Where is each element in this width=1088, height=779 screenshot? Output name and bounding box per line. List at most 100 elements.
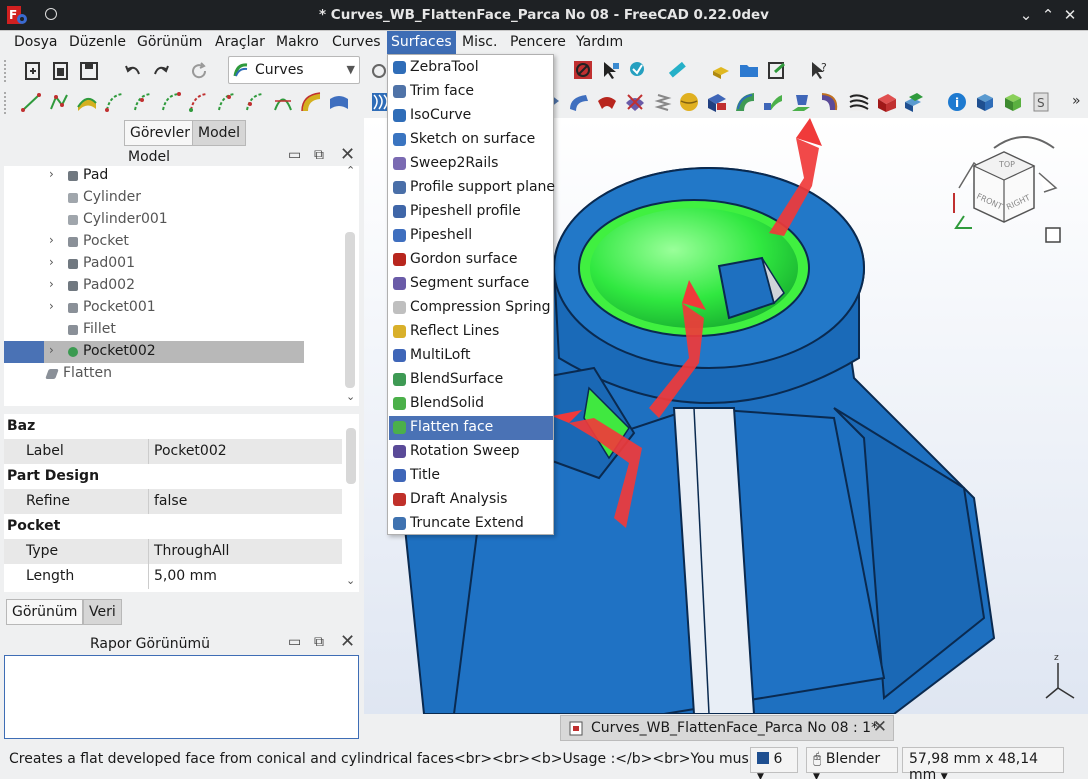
compression-spring-icon[interactable]	[652, 91, 674, 113]
curve-tool-3-icon[interactable]	[160, 91, 182, 113]
menu-item-flatten-face[interactable]: Flatten face	[389, 416, 553, 440]
menu-item-reflect-lines[interactable]: Reflect Lines	[389, 320, 553, 344]
rotation-sweep-icon[interactable]	[818, 91, 840, 113]
intersection-curve-icon[interactable]	[272, 91, 294, 113]
panel-restore-icon[interactable]: ⧉	[314, 147, 324, 163]
close-tab-icon[interactable]: ✕	[873, 717, 887, 737]
property-value[interactable]: Pocket002	[154, 443, 227, 459]
export-document-icon[interactable]	[766, 59, 788, 81]
segment-surface-icon[interactable]	[624, 91, 646, 113]
menu-surfaces[interactable]: Surfaces	[387, 31, 456, 55]
flatten-face-toolbar-icon[interactable]	[790, 91, 812, 113]
property-row-type[interactable]: Type ThroughAll	[4, 539, 342, 564]
reflect-lines-icon[interactable]	[678, 91, 700, 113]
menu-item-truncate-extend[interactable]: Truncate Extend	[389, 512, 553, 536]
selection-cursor-icon[interactable]	[600, 59, 622, 81]
panel-close-icon[interactable]: ✕	[340, 631, 355, 652]
blue-cube-icon[interactable]	[974, 91, 996, 113]
tab-gorevler[interactable]: Görevler	[124, 120, 197, 146]
toolbar-grip[interactable]	[4, 92, 7, 114]
panel-close-icon[interactable]: ✕	[340, 144, 355, 165]
isophotes-icon[interactable]	[848, 91, 870, 113]
menu-item-isocurve[interactable]: IsoCurve	[389, 104, 553, 128]
save-document-icon[interactable]	[78, 60, 100, 82]
property-row-label[interactable]: Label Pocket002	[4, 439, 342, 464]
dimensions-display[interactable]: 57,98 mm x 48,14 mm ▼	[902, 747, 1064, 779]
menu-misc[interactable]: Misc.	[462, 34, 497, 50]
tree-item-pad002[interactable]: › Pad002	[4, 275, 304, 297]
new-document-icon[interactable]	[22, 60, 44, 82]
chevron-right-icon[interactable]: ›	[49, 299, 54, 313]
menu-yardim[interactable]: Yardım	[576, 34, 623, 50]
toolbar-grip[interactable]	[4, 60, 7, 82]
chevron-right-icon[interactable]: ›	[49, 343, 54, 357]
property-group-part-design[interactable]: Part Design	[4, 464, 342, 489]
curve-tool-4-icon[interactable]	[188, 91, 210, 113]
tab-veri[interactable]: Veri	[83, 599, 122, 625]
part-link-icon[interactable]	[710, 59, 732, 81]
chevron-right-icon[interactable]: ›	[49, 167, 54, 181]
report-view[interactable]	[4, 655, 359, 739]
menu-pencere[interactable]: Pencere	[510, 34, 566, 50]
tree-item-cylinder[interactable]: Cylinder	[4, 187, 304, 209]
macro-script-icon[interactable]: S	[1030, 91, 1052, 113]
property-group-pocket[interactable]: Pocket	[4, 514, 342, 539]
refresh-icon[interactable]	[188, 60, 210, 82]
tree-item-pad001[interactable]: › Pad001	[4, 253, 304, 275]
tree-item-flatten[interactable]: Flatten	[4, 363, 304, 385]
tree-item-cylinder001[interactable]: Cylinder001	[4, 209, 304, 231]
ruler-icon[interactable]	[666, 59, 688, 81]
chevron-right-icon[interactable]: ›	[49, 233, 54, 247]
pipeshell-icon[interactable]	[568, 91, 590, 113]
tab-model[interactable]: Model	[192, 120, 247, 146]
draft-analysis-icon[interactable]	[876, 91, 898, 113]
property-value[interactable]: false	[154, 493, 187, 509]
grid-selector[interactable]: 6 ▼	[750, 747, 798, 779]
menu-item-sketch-on-surface[interactable]: Sketch on surface	[389, 128, 553, 152]
undo-icon[interactable]	[122, 60, 144, 82]
navigation-cube[interactable]: TOP FRONT RIGHT	[953, 136, 1061, 243]
document-tab[interactable]: Curves_WB_FlattenFace_Parca No 08 : 1* ✕	[560, 715, 894, 741]
curve-tool-2-icon[interactable]	[132, 91, 154, 113]
scroll-down-icon[interactable]: ⌄	[346, 390, 355, 403]
property-scrollbar[interactable]	[346, 428, 356, 484]
polyline-tool-icon[interactable]	[48, 91, 70, 113]
line-tool-icon[interactable]	[20, 91, 42, 113]
menu-makro[interactable]: Makro	[276, 34, 319, 50]
menu-item-gordon-surface[interactable]: Gordon surface	[389, 248, 553, 272]
info-icon[interactable]: i	[946, 91, 968, 113]
menu-item-compression-spring[interactable]: Compression Spring	[389, 296, 553, 320]
tree-item-pocket[interactable]: › Pocket	[4, 231, 304, 253]
panel-float-icon[interactable]: ▭	[288, 147, 301, 163]
whats-this-cursor-icon[interactable]: ?	[808, 59, 830, 81]
scroll-down-icon[interactable]: ⌄	[346, 574, 355, 587]
no-draw-style-icon[interactable]	[572, 59, 594, 81]
property-group-baz[interactable]: Baz	[4, 414, 342, 439]
menu-item-multiloft[interactable]: MultiLoft	[389, 344, 553, 368]
surface-patch-icon[interactable]	[328, 91, 350, 113]
menu-item-blendsurface[interactable]: BlendSurface	[389, 368, 553, 392]
menu-item-blendsolid[interactable]: BlendSolid	[389, 392, 553, 416]
menu-item-pipeshell-profile[interactable]: Pipeshell profile	[389, 200, 553, 224]
menu-item-draft-analysis[interactable]: Draft Analysis	[389, 488, 553, 512]
truncate-extend-icon[interactable]	[903, 91, 925, 113]
tree-item-pad[interactable]: › Pad	[4, 166, 304, 187]
curve-tool-1-icon[interactable]	[104, 91, 126, 113]
navigation-style-selector[interactable]: 🖰 Blender ▼	[806, 747, 898, 779]
tree-scrollbar[interactable]	[345, 232, 355, 388]
blend-surface-icon[interactable]	[734, 91, 756, 113]
panel-float-icon[interactable]: ▭	[288, 634, 301, 650]
property-value[interactable]: 5,00 mm	[154, 568, 217, 584]
menu-gorunum[interactable]: Görünüm	[137, 34, 202, 50]
property-value[interactable]: ThroughAll	[154, 543, 229, 559]
menu-curves[interactable]: Curves	[332, 34, 381, 50]
multiloft-icon[interactable]	[706, 91, 728, 113]
sweep-surface-icon[interactable]	[300, 91, 322, 113]
blend-solid-icon[interactable]	[762, 91, 784, 113]
gordon-surface-icon[interactable]	[596, 91, 618, 113]
green-cube-icon[interactable]	[1002, 91, 1024, 113]
toolbar-overflow-icon[interactable]: »	[1072, 93, 1081, 109]
menu-item-rotation-sweep[interactable]: Rotation Sweep	[389, 440, 553, 464]
menu-duzenle[interactable]: Düzenle	[69, 34, 126, 50]
tree-item-fillet[interactable]: Fillet	[4, 319, 304, 341]
